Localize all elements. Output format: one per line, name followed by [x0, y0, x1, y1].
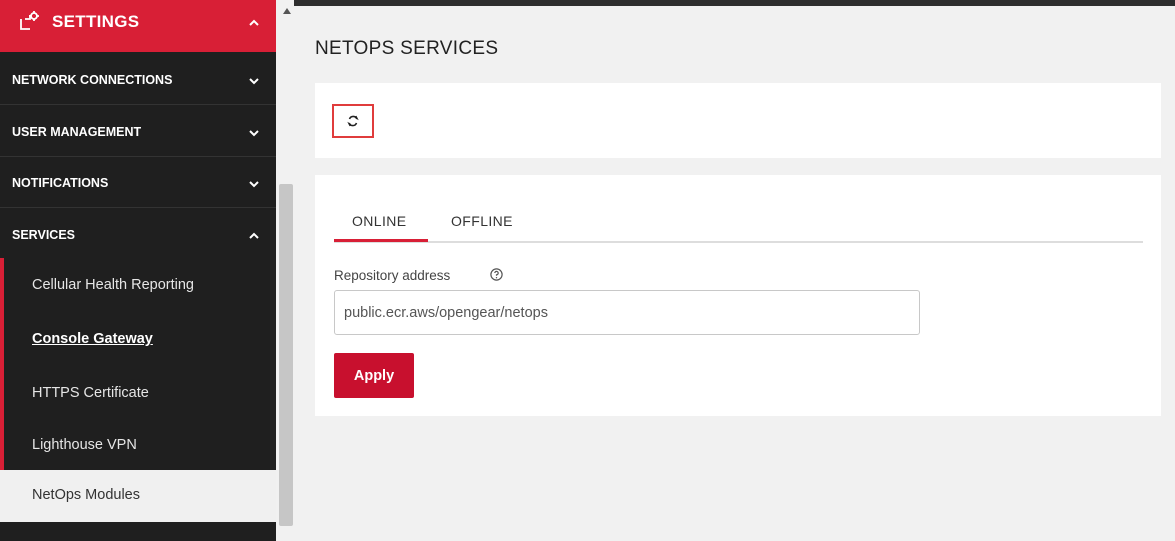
sidebar-item-label: USER MANAGEMENT	[12, 125, 142, 139]
tab-offline[interactable]: OFFLINE	[451, 213, 513, 229]
chevron-down-icon	[248, 75, 260, 87]
sidebar-item-label: NetOps Modules	[32, 487, 140, 503]
toolbar-card	[315, 83, 1161, 158]
sidebar-item-services[interactable]: SERVICES	[0, 228, 276, 248]
refresh-button[interactable]	[332, 104, 374, 138]
chevron-up-icon[interactable]	[247, 16, 261, 30]
page-title: NETOPS SERVICES	[315, 38, 499, 59]
refresh-icon	[347, 115, 359, 127]
sidebar-item-cellular-health-reporting[interactable]: Cellular Health Reporting	[0, 260, 276, 312]
divider	[0, 207, 276, 208]
sidebar-item-label: Lighthouse VPN	[32, 437, 137, 453]
divider	[0, 104, 276, 105]
tab-bar: ONLINE OFFLINE	[334, 205, 1143, 243]
sidebar-item-label: Console Gateway	[32, 331, 153, 347]
repository-address-label: Repository address	[334, 268, 451, 283]
sidebar-item-label: NOTIFICATIONS	[12, 176, 109, 190]
scroll-up-arrow-icon[interactable]	[283, 8, 291, 14]
sidebar-item-label: Cellular Health Reporting	[32, 277, 194, 293]
services-submenu: Cellular Health Reporting Console Gatewa…	[0, 258, 276, 541]
active-tab-indicator	[334, 239, 428, 242]
settings-title: SETTINGS	[52, 12, 140, 31]
scrollbar-thumb[interactable]	[279, 184, 293, 526]
sidebar-item-label: NETWORK CONNECTIONS	[12, 73, 173, 87]
sidebar-item-https-certificate[interactable]: HTTPS Certificate	[0, 368, 276, 420]
sidebar: SETTINGS NETWORK CONNECTIONS USER MANAGE…	[0, 0, 276, 541]
help-icon[interactable]	[490, 268, 503, 281]
sidebar-item-notifications[interactable]: NOTIFICATIONS	[0, 176, 276, 196]
settings-icon	[18, 10, 42, 34]
chevron-up-icon	[248, 230, 260, 242]
settings-header[interactable]: SETTINGS	[0, 0, 276, 52]
sidebar-item-lighthouse-vpn[interactable]: Lighthouse VPN	[0, 420, 276, 472]
repository-address-input[interactable]	[334, 290, 920, 335]
apply-button[interactable]: Apply	[334, 353, 414, 398]
sidebar-item-netops-modules[interactable]: NetOps Modules	[0, 470, 276, 522]
chevron-down-icon	[248, 178, 260, 190]
chevron-down-icon	[248, 127, 260, 139]
sidebar-item-label: HTTPS Certificate	[32, 385, 149, 401]
sidebar-item-network-connections[interactable]: NETWORK CONNECTIONS	[0, 73, 276, 93]
content-card: ONLINE OFFLINE Repository address Apply	[315, 175, 1161, 416]
tab-online[interactable]: ONLINE	[352, 213, 407, 229]
sidebar-item-console-gateway[interactable]: Console Gateway	[0, 314, 276, 366]
divider	[0, 156, 276, 157]
sidebar-item-user-management[interactable]: USER MANAGEMENT	[0, 125, 276, 145]
sidebar-item-label: SERVICES	[12, 228, 75, 242]
top-bar	[294, 0, 1175, 6]
